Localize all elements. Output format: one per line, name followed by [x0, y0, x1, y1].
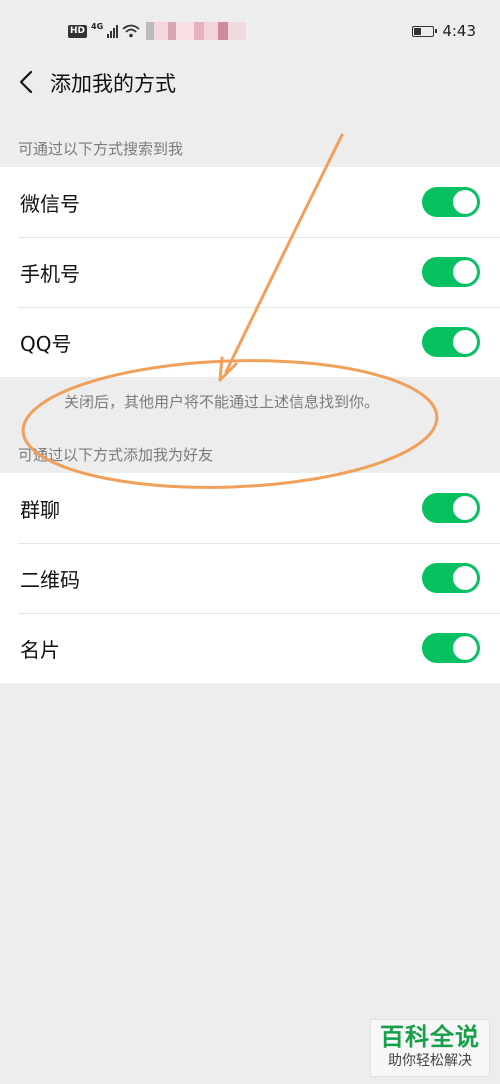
qr-code-toggle[interactable]: [422, 563, 480, 593]
setting-label: 二维码: [20, 567, 80, 592]
signal-icon: [107, 24, 119, 38]
toggle-knob: [453, 566, 477, 590]
back-button[interactable]: [6, 62, 46, 102]
setting-label: 手机号: [20, 261, 80, 286]
setting-label: 微信号: [20, 191, 80, 216]
add-settings-group: 群聊 二维码 名片: [0, 473, 500, 683]
setting-row-group-chat[interactable]: 群聊: [0, 473, 500, 543]
setting-row-business-card[interactable]: 名片: [0, 613, 500, 683]
toggle-knob: [453, 190, 477, 214]
business-card-toggle[interactable]: [422, 633, 480, 663]
setting-label: 名片: [20, 637, 60, 662]
setting-row-phone[interactable]: 手机号: [0, 237, 500, 307]
group-chat-toggle[interactable]: [422, 493, 480, 523]
add-section-header: 可通过以下方式添加我为好友: [18, 446, 214, 464]
search-section-header: 可通过以下方式搜索到我: [18, 140, 184, 158]
setting-row-qq[interactable]: QQ号: [0, 307, 500, 377]
status-right: 4:43: [412, 22, 476, 40]
status-bar: HD 4G 4:43: [0, 0, 500, 58]
toggle-knob: [453, 496, 477, 520]
setting-label: QQ号: [20, 331, 72, 356]
watermark-logo: 百科全说 助你轻松解决: [370, 1019, 490, 1077]
network-type: 4G: [91, 21, 104, 31]
watermark-title: 百科全说: [380, 1023, 480, 1051]
setting-row-qr-code[interactable]: 二维码: [0, 543, 500, 613]
battery-level: [414, 27, 422, 35]
battery-icon: [412, 25, 438, 37]
chevron-left-icon: [19, 70, 33, 94]
setting-label: 群聊: [20, 497, 60, 522]
search-hint-text: 关闭后，其他用户将不能通过上述信息找到你。: [64, 393, 380, 411]
blurred-carrier-name: [146, 22, 247, 40]
search-settings-group: 微信号 手机号 QQ号: [0, 167, 500, 377]
wechat-id-toggle[interactable]: [422, 187, 480, 217]
qq-toggle[interactable]: [422, 327, 480, 357]
nav-bar: 添加我的方式: [0, 58, 500, 108]
toggle-knob: [453, 260, 477, 284]
watermark-subtitle: 助你轻松解决: [388, 1053, 472, 1069]
hd-badge: HD: [68, 24, 88, 38]
phone-toggle[interactable]: [422, 257, 480, 287]
clock: 4:43: [442, 22, 476, 40]
toggle-knob: [453, 636, 477, 660]
wifi-icon: [122, 24, 140, 38]
page-title: 添加我的方式: [50, 72, 176, 96]
status-left: HD 4G: [68, 21, 247, 40]
setting-row-wechat-id[interactable]: 微信号: [0, 167, 500, 237]
toggle-knob: [453, 330, 477, 354]
